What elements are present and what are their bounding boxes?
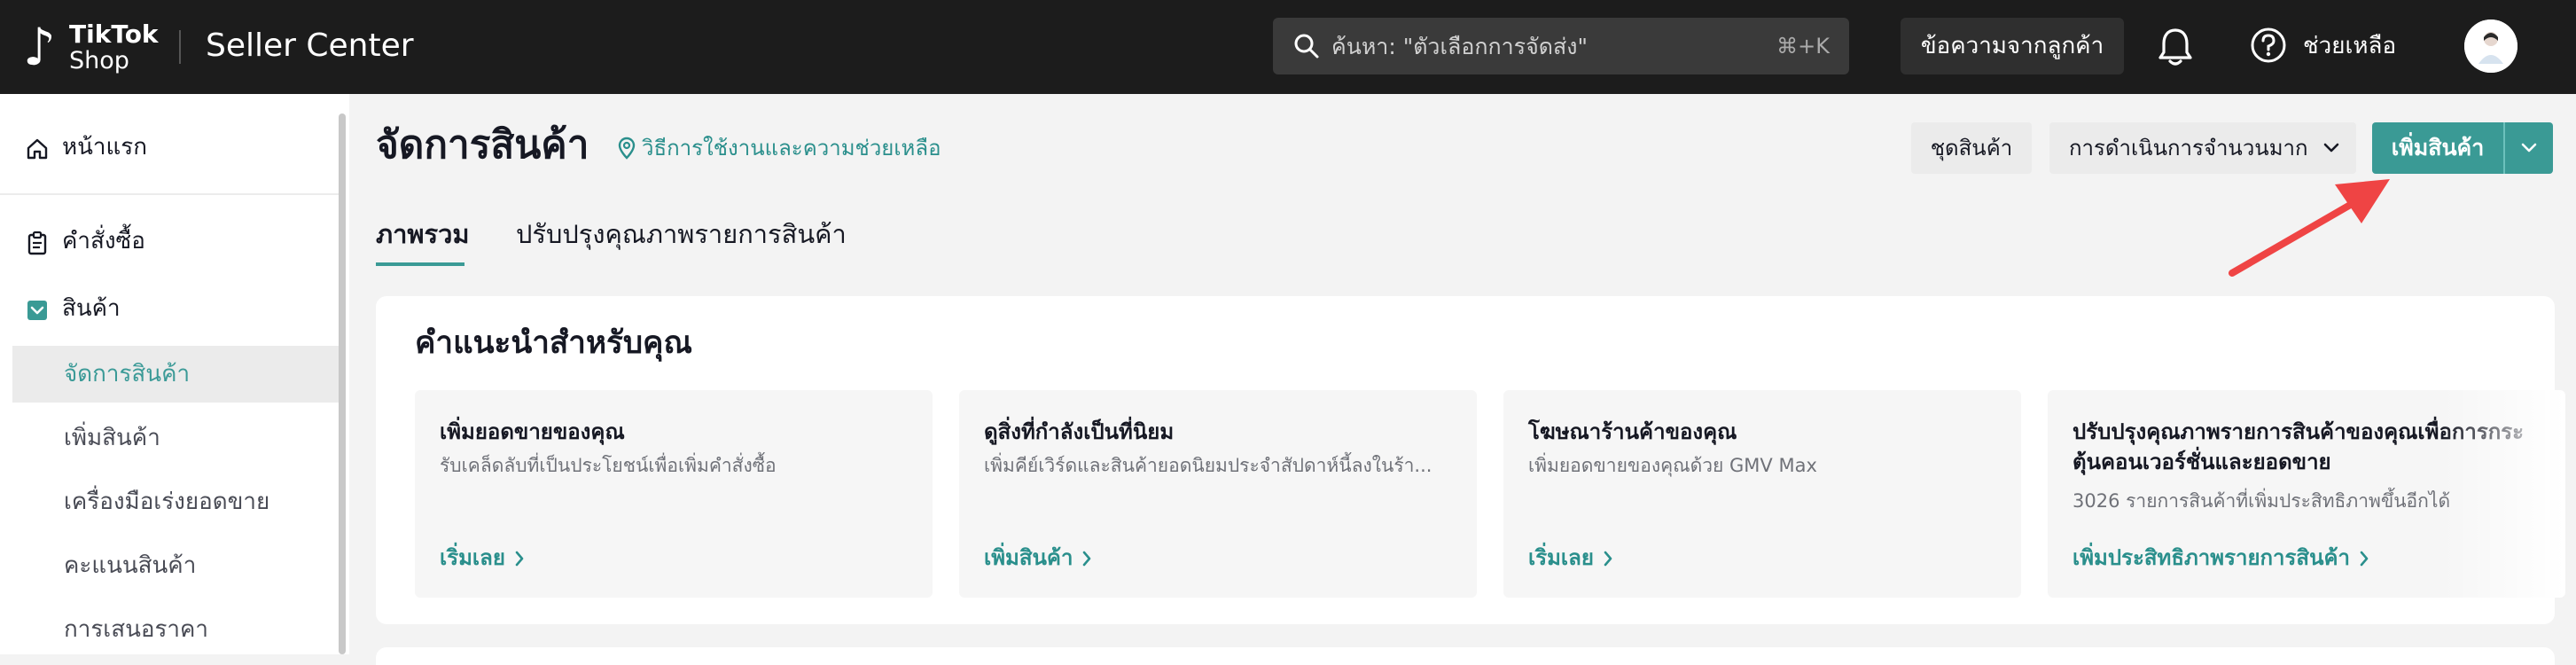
card-link-label: เพิ่มสินค้า [984,545,1073,570]
recommendations-panel: คำแนะนำสำหรับคุณ เพิ่มยอดขายของคุณ รับเค… [376,296,2565,624]
sidebar-subitem-label: เพิ่มสินค้า [64,425,160,451]
clipboard-icon [27,231,47,255]
search-input[interactable] [1331,18,1748,74]
sidebar-item-products[interactable]: สินค้า [0,280,339,337]
card-description: 3026 รายการสินค้าที่เพิ่มประสิทธิภาพขึ้น… [2073,490,2451,512]
search-icon [1294,34,1319,59]
chevron-right-icon [1604,551,1612,567]
help-link-label: วิธีการใช้งานและความช่วยเหลือ [642,136,941,160]
card-description: เพิ่มยอดขายของคุณด้วย GMV Max [1528,455,1817,476]
bulk-actions-label: การดำเนินการจำนวนมาก [2069,136,2308,160]
recommendation-card[interactable]: โฆษณาร้านค้าของคุณ เพิ่มยอดขายของคุณด้วย… [1503,390,2021,598]
card-fade-overlay [2441,390,2565,598]
chevron-right-icon [2360,551,2369,567]
tiktok-shop-logo[interactable]: ♪ TikTok Shop [23,17,159,77]
sidebar-item-home[interactable]: หน้าแรก [0,119,339,176]
sidebar: หน้าแรก คำสั่งซื้อ สินค้า จัดการสินค้า เ… [0,94,349,654]
add-product-dropdown-button[interactable] [2503,122,2553,174]
sidebar-subitem-price-offer[interactable]: การเสนอราคา [12,601,339,658]
product-icon [27,301,47,320]
search-box[interactable]: ⌘+K [1273,18,1849,74]
topbar-divider [179,30,181,64]
card-link-label: เริ่มเลย [440,545,505,570]
card-title: เพิ่มยอดขายของคุณ [440,419,625,444]
sidebar-subitem-label: จัดการสินค้า [64,361,191,387]
sidebar-subitem-product-score[interactable]: คะแนนสินค้า [12,537,339,594]
sidebar-subitem-label: เครื่องมือเร่งยอดขาย [64,489,270,515]
recommendation-card[interactable]: ดูสิ่งที่กำลังเป็นที่นิยม เพิ่มคีย์เวิร์… [959,390,1477,598]
card-title: ดูสิ่งที่กำลังเป็นที่นิยม [984,419,1175,444]
home-icon [27,138,48,160]
app-title: Seller Center [206,27,414,64]
sidebar-item-label: หน้าแรก [62,134,147,160]
tab-overview[interactable]: ภาพรวม [376,216,470,252]
card-link[interactable]: เริ่มเลย [440,543,525,573]
active-tab-indicator [376,262,464,266]
recommendation-card[interactable]: ปรับปรุงคุณภาพรายการสินค้าของคุณเพื่อการ… [2048,390,2565,598]
card-description: รับเคล็ดลับที่เป็นประโยชน์เพื่อเพิ่มคำสั… [440,455,777,476]
card-link-label: เพิ่มประสิทธิภาพรายการสินค้า [2073,545,2351,570]
bulk-actions-dropdown[interactable]: การดำเนินการจำนวนมาก [2049,122,2356,174]
recommendation-card[interactable]: เพิ่มยอดขายของคุณ รับเคล็ดลับที่เป็นประโ… [415,390,933,598]
logo-line2: Shop [69,47,129,74]
sidebar-subitem-sales-booster[interactable]: เครื่องมือเร่งยอดขาย [12,473,339,530]
sidebar-scrollbar[interactable] [339,113,346,654]
top-bar: ♪ TikTok Shop Seller Center ⌘+K ข้อความจ… [0,0,2576,94]
add-product-button[interactable]: เพิ่มสินค้า [2372,122,2503,174]
avatar[interactable] [2464,20,2517,73]
chevron-right-icon [515,551,524,567]
customer-messages-button[interactable]: ข้อความจากลูกค้า [1901,18,2124,74]
chevron-down-icon [2521,143,2537,153]
card-link-label: เริ่มเลย [1528,545,1594,570]
search-shortcut: ⌘+K [1776,34,1830,59]
card-description: เพิ่มคีย์เวิร์ดและสินค้ายอดนิยมประจำสัปด… [984,455,1432,476]
card-link[interactable]: เพิ่มสินค้า [984,543,1092,573]
logo-line1: TikTok [69,20,159,49]
help-circle-icon [2251,27,2286,63]
card-title: โฆษณาร้านค้าของคุณ [1528,419,1737,444]
page-title: จัดการสินค้า [376,122,589,168]
sidebar-subitem-label: คะแนนสินค้า [64,552,197,579]
card-link[interactable]: เริ่มเลย [1528,543,1613,573]
recommendations-title: คำแนะนำสำหรับคุณ [415,325,692,361]
avatar-person-icon [2464,20,2517,73]
sidebar-divider [0,193,339,195]
tab-listing-quality[interactable]: ปรับปรุงคุณภาพรายการสินค้า [516,216,847,252]
product-bundle-button[interactable]: ชุดสินค้า [1911,122,2032,174]
location-pin-icon [618,137,636,160]
tiktok-note-icon: ♪ [23,17,57,77]
next-panel-edge [376,647,2555,665]
chevron-right-icon [1083,551,1091,567]
sidebar-subitem-label: การเสนอราคา [64,616,209,643]
bell-icon[interactable] [2156,27,2195,67]
help-label: ช่วยเหลือ [2303,33,2397,59]
sidebar-item-label: คำสั่งซื้อ [62,228,145,254]
chevron-down-icon [2323,143,2339,153]
card-link[interactable]: เพิ่มประสิทธิภาพรายการสินค้า [2073,543,2369,573]
sidebar-item-label: สินค้า [62,295,121,322]
annotation-arrow [2229,179,2390,277]
sidebar-subitem-manage-products[interactable]: จัดการสินค้า [12,346,339,403]
sidebar-item-orders[interactable]: คำสั่งซื้อ [0,213,339,270]
sidebar-subitem-add-product[interactable]: เพิ่มสินค้า [12,410,339,466]
